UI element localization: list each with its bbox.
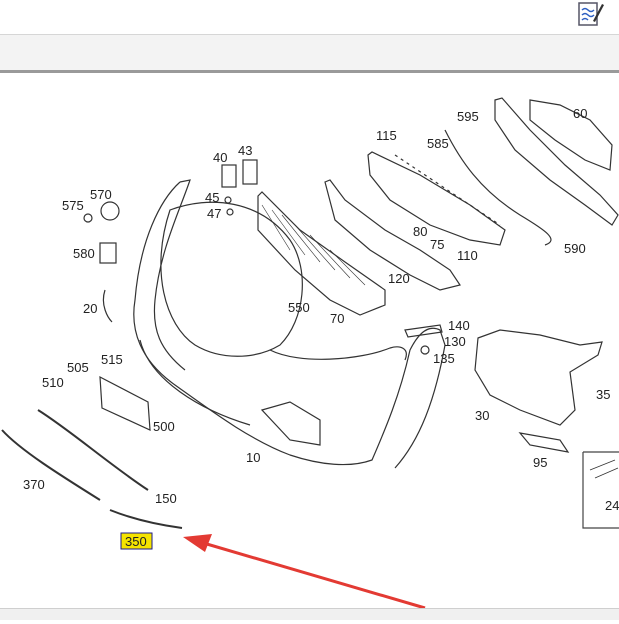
callout-570: 570 <box>90 187 112 202</box>
callout-115: 115 <box>376 128 397 143</box>
callout-75: 75 <box>430 237 444 252</box>
callout-350: 350 <box>125 534 147 549</box>
callout-135: 135 <box>433 351 455 366</box>
callout-20: 20 <box>83 301 97 316</box>
callout-70: 70 <box>330 311 344 326</box>
callout-130: 130 <box>444 334 466 349</box>
annotation-arrow <box>183 534 426 610</box>
diagram-svg: 60 595 115 585 40 43 45 47 575 570 580 2… <box>1 97 619 610</box>
callout-510: 510 <box>42 375 64 390</box>
callout-140: 140 <box>448 318 470 333</box>
parts-diagram: 60 595 115 585 40 43 45 47 575 570 580 2… <box>0 73 619 619</box>
callout-120: 120 <box>388 271 410 286</box>
callout-60: 60 <box>573 106 587 121</box>
status-bar <box>0 608 619 620</box>
callout-595: 595 <box>457 109 479 124</box>
callout-110: 110 <box>457 248 478 263</box>
callout-95: 95 <box>533 455 547 470</box>
callout-585: 585 <box>427 136 449 151</box>
callout-590: 590 <box>564 241 586 256</box>
toolbar <box>0 34 619 72</box>
callout-45: 45 <box>205 190 219 205</box>
callout-47: 47 <box>207 206 221 221</box>
callout-580: 580 <box>73 246 95 261</box>
title-bar <box>0 0 619 34</box>
edit-document-icon[interactable] <box>577 1 605 27</box>
callout-35: 35 <box>596 387 610 402</box>
callout-515: 515 <box>101 352 123 367</box>
callout-40: 40 <box>213 150 227 165</box>
callout-370: 370 <box>23 477 45 492</box>
callout-80: 80 <box>413 224 427 239</box>
callout-43: 43 <box>238 143 252 158</box>
callout-24: 24 <box>605 498 619 513</box>
callout-500: 500 <box>153 419 175 434</box>
grille <box>257 191 386 316</box>
callout-150: 150 <box>155 491 177 506</box>
trim-strip-350 <box>109 509 183 529</box>
callout-30: 30 <box>475 408 489 423</box>
callout-505: 505 <box>67 360 89 375</box>
callout-550: 550 <box>288 300 310 315</box>
callout-10: 10 <box>246 450 260 465</box>
bumper-cover <box>133 181 446 469</box>
callout-575: 575 <box>62 198 84 213</box>
license-plate-bracket <box>99 375 151 431</box>
